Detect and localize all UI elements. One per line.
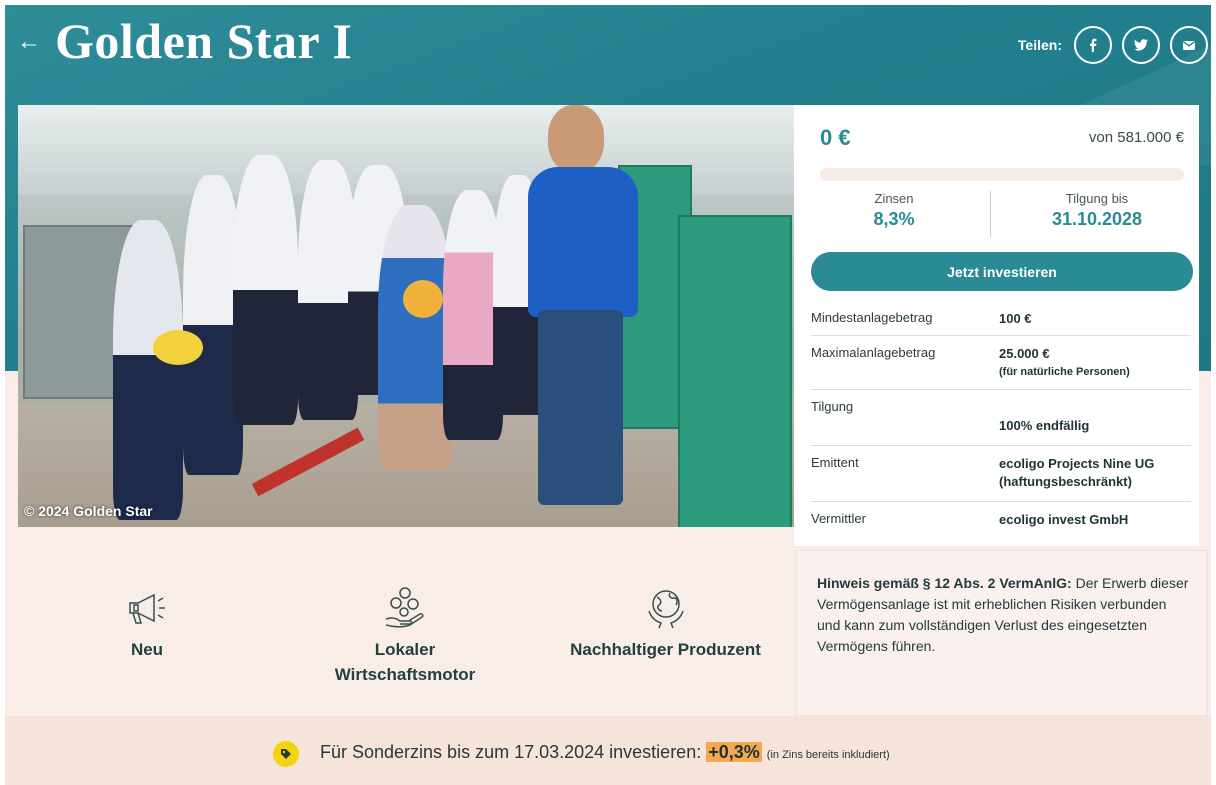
twitter-share-button[interactable]: [1122, 26, 1160, 64]
detail-key: Emittent: [811, 455, 859, 470]
interest-kpi: Zinsen 8,3%: [804, 191, 984, 230]
detail-row: Maximalanlagebetrag 25.000 € (für natürl…: [811, 335, 1191, 389]
twitter-icon: [1134, 39, 1148, 51]
facebook-share-button[interactable]: [1074, 26, 1112, 64]
detail-row: Vermittler ecoligo invest GmbH: [811, 501, 1191, 540]
detail-value: 25.000 €: [999, 346, 1050, 361]
detail-value: ecoligo invest GmbH: [999, 512, 1129, 527]
kpi-divider: [990, 191, 991, 237]
back-arrow-icon[interactable]: ←: [17, 30, 41, 54]
facebook-icon: [1090, 38, 1097, 52]
photo-caption: © 2024 Golden Star: [24, 503, 153, 519]
legal-hint-title: Hinweis gemäß § 12 Abs. 2 VermAnlG:: [817, 575, 1072, 591]
bonus-text: Für Sonderzins bis zum 17.03.2024 invest…: [320, 742, 702, 762]
feature-label: Neu: [130, 640, 164, 659]
details-table: Mindestanlagebetrag 100 € Maximalanlageb…: [811, 301, 1191, 540]
legal-hint: Hinweis gemäß § 12 Abs. 2 VermAnlG: Der …: [817, 573, 1189, 657]
feature-new: Neu: [87, 585, 207, 662]
detail-key: Maximalanlagebetrag: [811, 345, 936, 360]
email-share-button[interactable]: [1170, 26, 1208, 64]
detail-value: 100% endfällig: [999, 418, 1090, 433]
repayment-kpi: Tilgung bis 31.10.2028: [1007, 191, 1187, 230]
repayment-value: 31.10.2028: [1051, 209, 1143, 229]
feature-sustainable-producer: Nachhaltiger Produzent: [553, 585, 778, 662]
invested-amount: 0 €: [820, 125, 851, 150]
bonus-rate: +0,3%: [706, 742, 762, 762]
interest-value: 8,3%: [873, 209, 915, 229]
funding-progress-bar: [820, 168, 1184, 181]
invest-now-button[interactable]: Jetzt investieren: [811, 252, 1193, 291]
feature-label: Nachhaltiger Produzent: [570, 640, 761, 659]
detail-key: Tilgung: [811, 399, 854, 414]
detail-note: (für natürliche Personen): [999, 366, 1130, 378]
globe-hands-icon: [647, 590, 684, 629]
feature-label: Lokaler Wirtschaftsmotor: [334, 640, 476, 684]
bonus-text-line: Für Sonderzins bis zum 17.03.2024 invest…: [320, 742, 890, 763]
project-photo: © 2024 Golden Star: [18, 105, 794, 527]
detail-row: Emittent ecoligo Projects Nine UG (haftu…: [811, 445, 1191, 501]
funding-goal: von 581.000 €: [1088, 129, 1184, 146]
detail-value-wrap: 25.000 € (für natürliche Personen): [999, 345, 1130, 381]
detail-key: Vermittler: [811, 511, 866, 526]
coins-hand-icon: [385, 587, 424, 628]
tag-icon: [273, 741, 299, 767]
bonus-banner: Für Sonderzins bis zum 17.03.2024 invest…: [5, 716, 1211, 785]
feature-local-economy: Lokaler Wirtschaftsmotor: [305, 585, 505, 687]
investment-card: 0 € von 581.000 € Zinsen 8,3% Tilgung bi…: [794, 105, 1199, 546]
email-icon: [1183, 41, 1195, 50]
page: ← Golden Star I Teilen: © 2024 Golden St…: [5, 5, 1211, 785]
detail-key: Mindestanlagebetrag: [811, 310, 933, 325]
detail-value: 100 €: [999, 311, 1032, 326]
detail-row: Mindestanlagebetrag 100 €: [811, 301, 1191, 335]
megaphone-icon: [129, 593, 165, 624]
legal-hint-box: Hinweis gemäß § 12 Abs. 2 VermAnlG: Der …: [796, 550, 1208, 716]
bonus-note: (in Zins bereits inkludiert): [766, 749, 890, 761]
page-title: Golden Star I: [55, 13, 353, 69]
interest-label: Zinsen: [874, 191, 914, 206]
detail-row: Tilgung 100% endfällig: [811, 389, 1191, 445]
share-bar: Teilen:: [1018, 25, 1211, 65]
share-label: Teilen:: [1017, 37, 1062, 53]
detail-value: ecoligo Projects Nine UG (haftungsbeschr…: [999, 456, 1155, 489]
repayment-label: Tilgung bis: [1065, 191, 1129, 206]
